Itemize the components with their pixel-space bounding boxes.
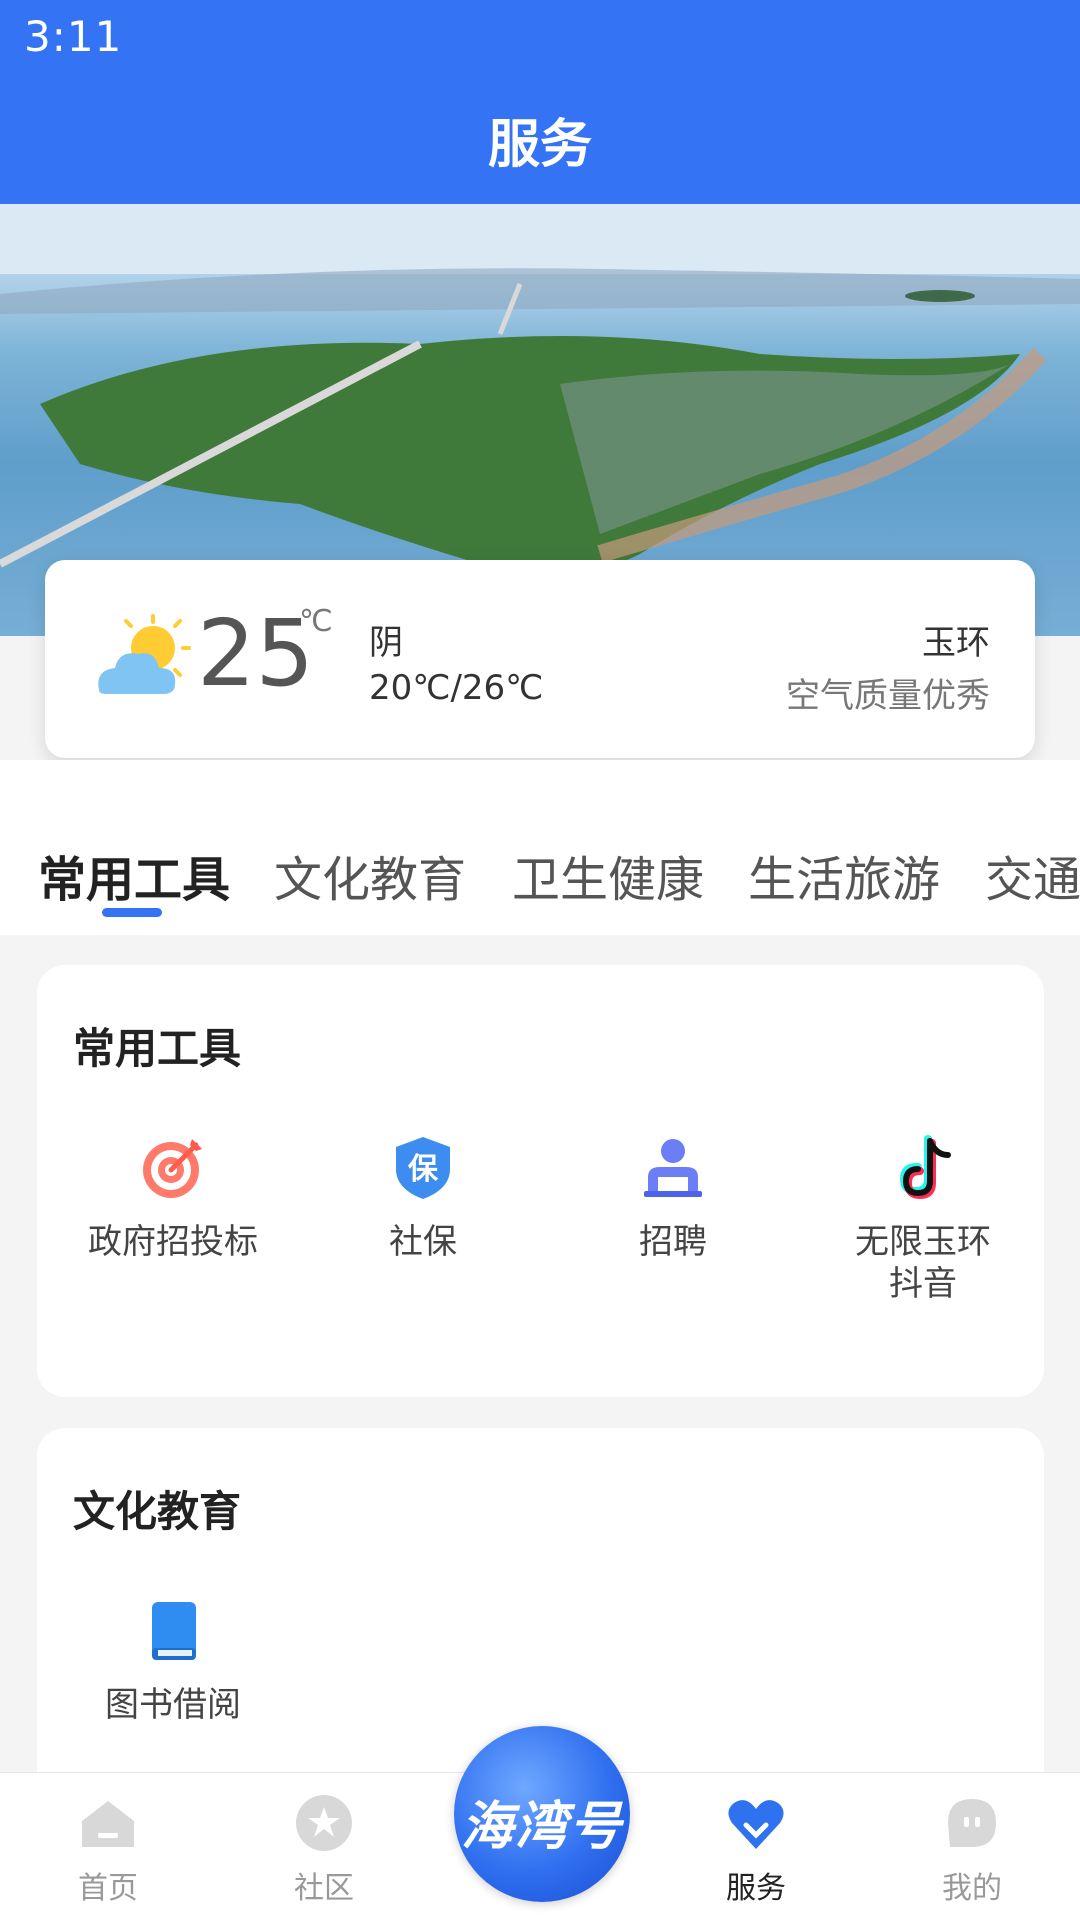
section-common-tools: 常用工具 政府招投标 保 社保 招聘 无限玉环 抖音 (37, 965, 1044, 1397)
nav-label: 我的 (942, 1871, 1002, 1906)
cloudy-sun-icon (85, 610, 205, 710)
section-title: 文化教育 (73, 1487, 242, 1536)
nav-label: 服务 (726, 1871, 786, 1906)
air-quality: 空气质量优秀 (786, 676, 990, 716)
category-tabs: 常用工具 文化教育 卫生健康 生活旅游 交通 (0, 760, 1080, 935)
tab-culture-education[interactable]: 文化教育 (274, 840, 466, 910)
nav-services[interactable]: 服务 (686, 1791, 826, 1907)
weather-condition: 阴 (369, 623, 403, 663)
home-icon (76, 1791, 140, 1855)
tool-social-security[interactable]: 保 社保 (313, 1133, 533, 1263)
tab-traffic[interactable]: 交通 (985, 840, 1080, 910)
temperature: 25 (197, 600, 315, 707)
app-header: 3:11 服务 (0, 0, 1080, 204)
tool-label: 社保 (389, 1222, 457, 1262)
section-title: 常用工具 (73, 1024, 242, 1073)
nav-label: 社区 (294, 1871, 354, 1906)
city-name: 玉环 (922, 623, 990, 663)
nav-label: 首页 (78, 1871, 138, 1906)
tool-label: 政府招投标 (88, 1222, 258, 1262)
tool-label: 图书借阅 (105, 1685, 241, 1725)
status-time: 3:11 (24, 12, 123, 61)
tab-common-tools[interactable]: 常用工具 (38, 840, 230, 910)
temperature-unit: ℃ (299, 604, 333, 639)
page-title: 服务 (487, 115, 592, 175)
nav-community[interactable]: 社区 (254, 1791, 394, 1907)
recruit-person-icon (638, 1133, 708, 1203)
tool-tiktok[interactable]: 无限玉环 抖音 (813, 1133, 1033, 1305)
target-icon (138, 1133, 208, 1203)
heart-icon (724, 1791, 788, 1855)
nav-home[interactable]: 首页 (38, 1791, 178, 1907)
tool-gov-bidding[interactable]: 政府招投标 (63, 1133, 283, 1263)
weather-card[interactable]: 25 ℃ 阴 20℃/26℃ 玉环 空气质量优秀 (45, 560, 1035, 758)
logo-text: 海湾号 (460, 1796, 623, 1857)
tool-label: 无限玉环 抖音 (855, 1222, 991, 1304)
shield-icon: 保 (388, 1133, 458, 1203)
temperature-range: 20℃/26℃ (369, 668, 544, 708)
active-tab-indicator (102, 908, 162, 917)
star-icon (292, 1791, 356, 1855)
tab-health[interactable]: 卫生健康 (512, 840, 704, 910)
book-icon (138, 1596, 208, 1666)
tab-life-travel[interactable]: 生活旅游 (748, 840, 940, 910)
tool-label: 招聘 (639, 1222, 707, 1262)
profile-icon (940, 1791, 1004, 1855)
tool-book-borrowing[interactable]: 图书借阅 (63, 1596, 283, 1726)
tiktok-icon (888, 1133, 958, 1203)
center-logo-button[interactable]: 海湾号 (454, 1726, 630, 1902)
svg-text:保: 保 (408, 1152, 439, 1187)
tool-recruitment[interactable]: 招聘 (563, 1133, 783, 1263)
nav-profile[interactable]: 我的 (902, 1791, 1042, 1907)
